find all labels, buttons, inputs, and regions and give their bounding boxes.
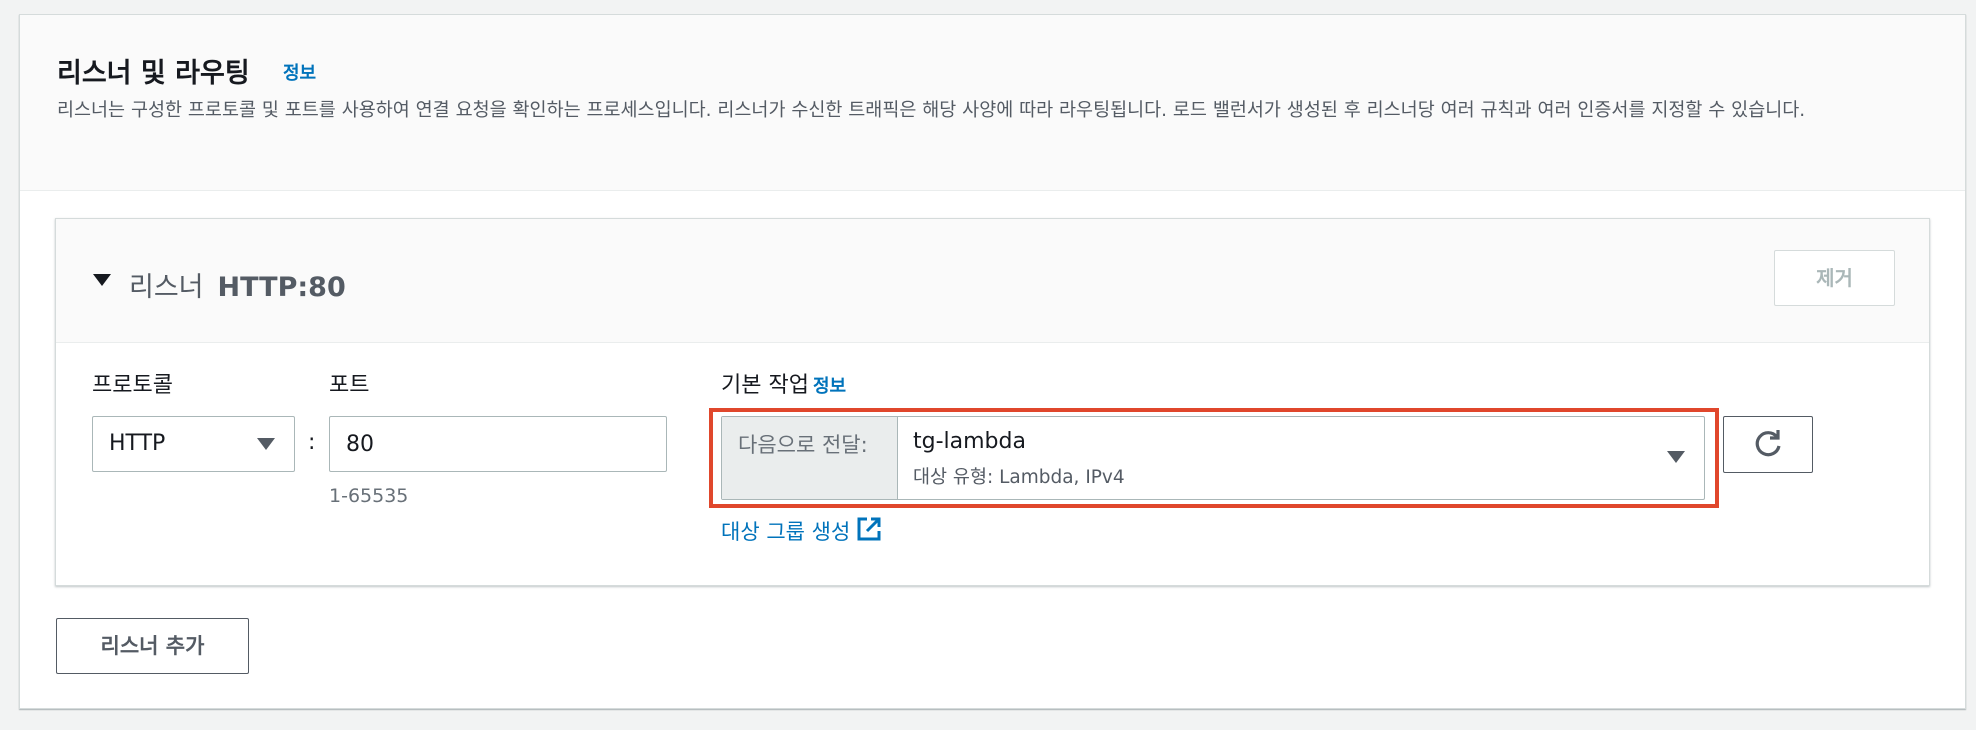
listener-header: 리스너 HTTP:80 제거: [56, 219, 1929, 343]
caret-down-icon[interactable]: [93, 274, 111, 286]
action-prefix: 다음으로 전달:: [722, 417, 898, 499]
refresh-button[interactable]: [1723, 416, 1813, 473]
default-action-label: 기본 작업: [721, 373, 809, 398]
refresh-icon: [1755, 430, 1781, 457]
listener-label: 리스너: [129, 272, 204, 303]
listener-protocol-port: HTTP:80: [217, 272, 346, 303]
target-group-type: 대상 유형: Lambda, IPv4: [913, 467, 1125, 488]
create-target-group-link[interactable]: 대상 그룹 생성: [721, 516, 850, 546]
listeners-routing-panel: 리스너 및 라우팅 정보 리스너는 구성한 프로토콜 및 포트를 사용하여 연결…: [19, 14, 1966, 709]
target-group-name: tg-lambda: [913, 429, 1026, 454]
panel-title: 리스너 및 라우팅: [57, 58, 250, 89]
protocol-select[interactable]: HTTP: [92, 416, 295, 472]
protocol-value: HTTP: [109, 431, 166, 456]
port-input[interactable]: [329, 416, 667, 472]
panel-header: 리스너 및 라우팅 정보 리스너는 구성한 프로토콜 및 포트를 사용하여 연결…: [20, 15, 1965, 191]
chevron-down-icon: [1667, 451, 1685, 463]
port-label: 포트: [329, 373, 370, 398]
listener-card: 리스너 HTTP:80 제거 프로토콜 HTTP : 포트 1-65535 기본 …: [55, 218, 1930, 586]
panel-description: 리스너는 구성한 프로토콜 및 포트를 사용하여 연결 요청을 확인하는 프로세…: [57, 100, 1806, 121]
separator-colon: :: [308, 430, 316, 455]
default-action-select[interactable]: 다음으로 전달: tg-lambda 대상 유형: Lambda, IPv4: [721, 416, 1705, 500]
default-action-info-link[interactable]: 정보: [813, 372, 846, 398]
external-link-icon[interactable]: [856, 516, 882, 542]
add-listener-button[interactable]: 리스너 추가: [56, 618, 249, 674]
remove-button[interactable]: 제거: [1774, 250, 1895, 306]
chevron-down-icon: [257, 438, 275, 450]
info-link[interactable]: 정보: [283, 59, 316, 85]
port-hint: 1-65535: [329, 485, 409, 507]
listener-title: 리스너 HTTP:80: [129, 265, 346, 304]
protocol-label: 프로토콜: [92, 373, 173, 398]
